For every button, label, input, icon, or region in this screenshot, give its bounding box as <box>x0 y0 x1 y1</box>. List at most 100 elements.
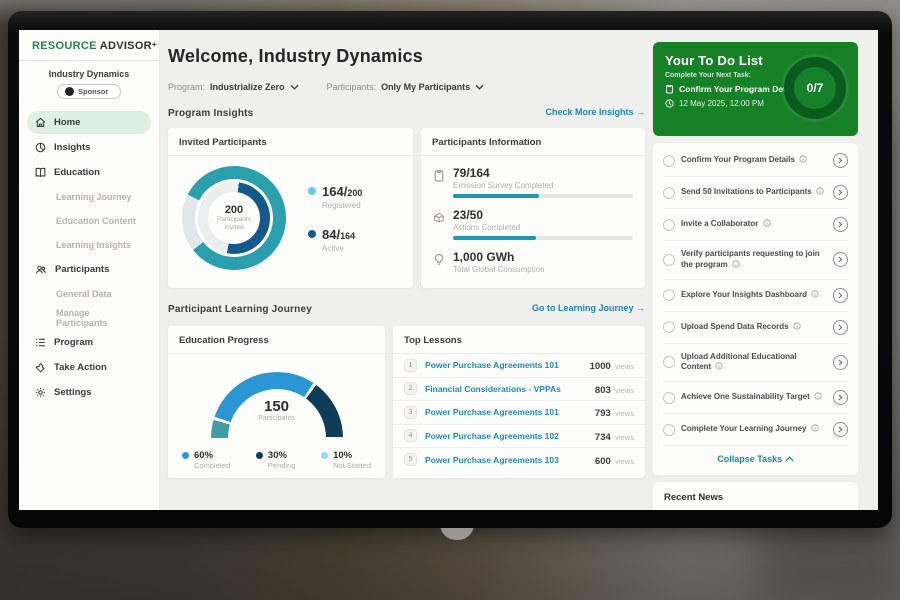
task-go-button[interactable] <box>833 252 848 267</box>
emission-survey-progress-bar <box>453 194 633 198</box>
actions-icon <box>433 211 445 224</box>
lightbulb-icon <box>433 253 445 266</box>
task-row[interactable]: Explore Your Insights Dashboard <box>663 280 848 312</box>
info-icon <box>732 260 740 268</box>
chevron-right-icon <box>838 221 843 228</box>
emission-survey-icon <box>433 169 445 182</box>
sponsor-badge[interactable]: Sponsor <box>57 84 121 99</box>
sidebar-item-education[interactable]: Education <box>27 161 151 184</box>
sidebar-item-learning-journey[interactable]: Learning Journey <box>27 186 151 208</box>
clipboard-icon <box>665 84 674 94</box>
info-icon <box>811 290 819 298</box>
task-checkbox[interactable] <box>663 155 675 167</box>
task-checkbox[interactable] <box>663 289 675 301</box>
invited-participants-donut-chart: 200 Participants Invited <box>182 166 286 270</box>
sidebar-item-education-content[interactable]: Education Content <box>27 210 151 232</box>
arrow-right-icon: → <box>636 303 645 313</box>
sidebar-item-general-data[interactable]: General Data <box>27 283 151 305</box>
legend-active: 84/164 Active <box>308 226 362 253</box>
lesson-link[interactable]: Power Purchase Agreements 101 <box>425 360 590 370</box>
info-icon <box>814 392 822 400</box>
sidebar: RESOURCE ADVISOR+ Industry Dynamics Spon… <box>19 30 160 510</box>
todo-tasks-card: Confirm Your Program Details Send 50 Inv… <box>653 143 858 475</box>
task-checkbox[interactable] <box>663 219 675 231</box>
lesson-link[interactable]: Financial Considerations - VPPAs <box>425 384 595 394</box>
lesson-row: 2 Financial Considerations - VPPAs 803 v… <box>393 378 645 402</box>
actions-progress-bar <box>453 236 633 240</box>
sidebar-item-participants[interactable]: Participants <box>27 258 151 281</box>
task-checkbox[interactable] <box>663 424 675 436</box>
section-learning-journey: Participant Learning Journey <box>168 304 312 315</box>
chevron-right-icon <box>838 324 843 331</box>
task-checkbox[interactable] <box>663 321 675 333</box>
sidebar-item-learning-insights[interactable]: Learning Insights <box>27 234 151 256</box>
participants-dropdown[interactable]: Participants: Only My Participants <box>327 82 485 92</box>
lesson-link[interactable]: Power Purchase Agreements 102 <box>425 431 595 441</box>
chevron-right-icon <box>838 157 843 164</box>
lesson-link[interactable]: Power Purchase Agreements 101 <box>425 407 595 417</box>
sidebar-item-take-action[interactable]: Take Action <box>27 356 151 379</box>
legend-dot-completed <box>182 452 189 459</box>
task-row[interactable]: Confirm Your Program Details <box>663 145 848 177</box>
task-go-button[interactable] <box>833 320 848 335</box>
chevron-right-icon <box>838 394 843 401</box>
legend-not-started: 10% Not Started <box>321 450 371 470</box>
invited-participants-card: Invited Participants 200 Participants In… <box>168 128 413 288</box>
task-row[interactable]: Upload Additional Educational Content <box>663 344 848 383</box>
todo-progress-ring: 0/7 <box>784 57 846 119</box>
take-action-icon <box>35 362 46 373</box>
chevron-right-icon <box>838 359 843 366</box>
legend-registered: 164/200 Registered <box>308 183 362 210</box>
sidebar-item-program[interactable]: Program <box>27 331 151 354</box>
lesson-row: 3 Power Purchase Agreements 101 793 view… <box>393 401 645 425</box>
info-icon <box>811 424 819 432</box>
chevron-right-icon <box>838 426 843 433</box>
task-checkbox[interactable] <box>663 356 675 368</box>
check-more-insights-link[interactable]: Check More Insights → <box>545 107 645 117</box>
task-go-button[interactable] <box>833 217 848 232</box>
task-checkbox[interactable] <box>663 187 675 199</box>
stat-consumption: 1,000 GWh Total Global Consumption <box>421 240 645 278</box>
task-go-button[interactable] <box>833 288 848 303</box>
legend-dot-pending <box>256 452 263 459</box>
task-checkbox[interactable] <box>663 392 675 404</box>
task-go-button[interactable] <box>833 390 848 405</box>
task-row[interactable]: Send 50 Invitations to Participants <box>663 177 848 209</box>
main-content: Welcome, Industry Dynamics Program: Indu… <box>160 30 653 510</box>
task-row[interactable]: Upload Spend Data Records <box>663 312 848 344</box>
stat-emission-survey: 79/164 Emission Survey Completed <box>421 156 645 198</box>
sidebar-item-manage-participants[interactable]: Manage Participants <box>27 307 151 329</box>
education-progress-card: Education Progress 150 Participants 60% … <box>168 326 385 478</box>
task-row[interactable]: Achieve One Sustainability Target <box>663 382 848 414</box>
lesson-link[interactable]: Power Purchase Agreements 103 <box>425 455 595 465</box>
legend-pending: 30% Pending <box>256 450 296 470</box>
task-go-button[interactable] <box>833 185 848 200</box>
task-go-button[interactable] <box>833 153 848 168</box>
task-go-button[interactable] <box>833 355 848 370</box>
info-icon <box>793 322 801 330</box>
legend-dot-active <box>308 230 316 238</box>
chevron-up-icon <box>785 456 794 462</box>
chevron-down-icon <box>475 84 484 90</box>
sidebar-item-insights[interactable]: Insights <box>27 136 151 159</box>
go-to-learning-journey-link[interactable]: Go to Learning Journey → <box>532 303 645 313</box>
task-go-button[interactable] <box>833 422 848 437</box>
todo-panel: Your To Do List Complete Your Next Task:… <box>653 42 858 510</box>
task-row[interactable]: Complete Your Learning Journey <box>663 414 848 446</box>
task-row[interactable]: Invite a Collaborator <box>663 209 848 241</box>
task-checkbox[interactable] <box>663 254 675 266</box>
collapse-tasks-link[interactable]: Collapse Tasks <box>663 446 848 473</box>
task-row[interactable]: Verify participants requesting to join t… <box>663 241 848 280</box>
book-icon <box>35 167 46 178</box>
sidebar-item-settings[interactable]: Settings <box>27 381 151 404</box>
sidebar-nav: Home Insights Education Learning Journey… <box>19 109 159 408</box>
todo-header-card: Your To Do List Complete Your Next Task:… <box>653 42 858 136</box>
program-dropdown[interactable]: Program: Industrialize Zero <box>168 82 299 92</box>
sidebar-item-home[interactable]: Home <box>27 111 151 134</box>
lesson-row: 1 Power Purchase Agreements 101 1000 vie… <box>393 354 645 378</box>
gear-icon <box>35 387 46 398</box>
chevron-right-icon <box>838 292 843 299</box>
stat-actions: 23/50 Actions Completed <box>421 198 645 240</box>
info-icon <box>715 362 723 370</box>
divider <box>19 60 159 61</box>
